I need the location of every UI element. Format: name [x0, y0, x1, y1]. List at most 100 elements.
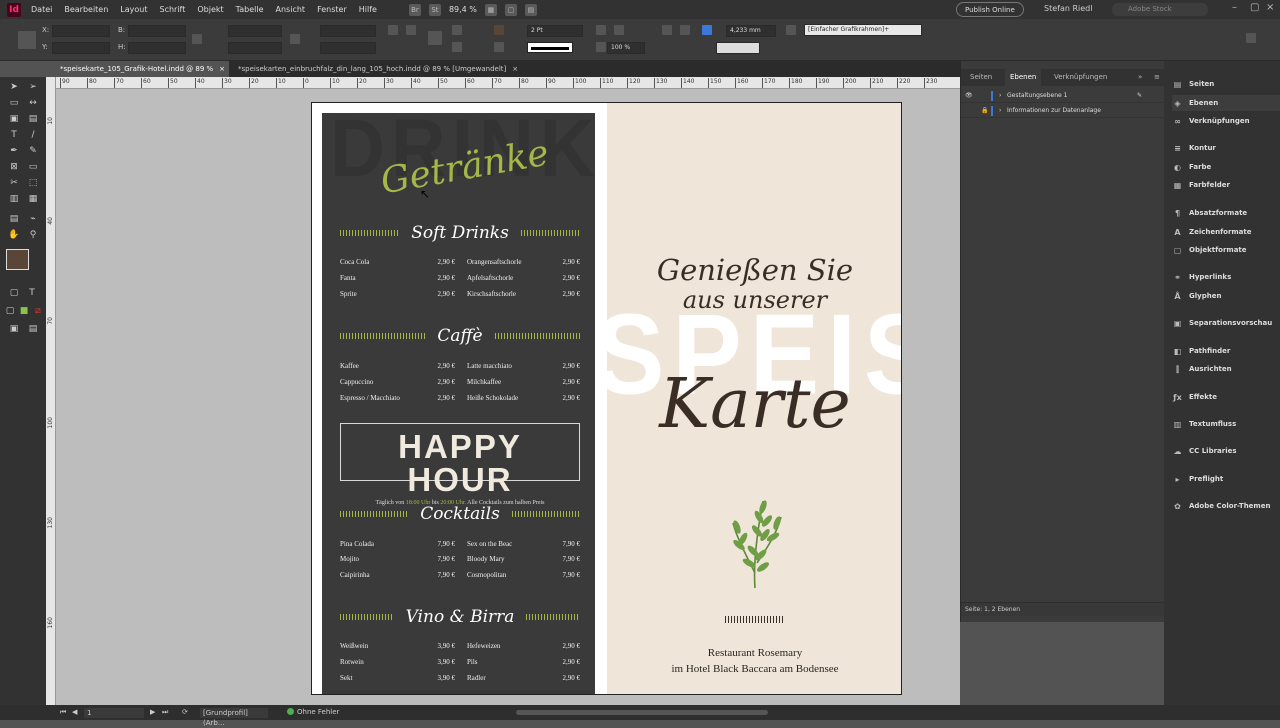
align-left-icon[interactable]: [662, 25, 672, 35]
formatting-container-icon[interactable]: ▢: [8, 287, 20, 299]
menu-row[interactable]: Cappuccino 2,90 € Milchkaffee 2,90 €: [340, 378, 580, 392]
menu-fenster[interactable]: Fenster: [317, 5, 347, 14]
preflight-profile[interactable]: [Grundprofil] (Arb...: [200, 708, 268, 727]
object-style-select[interactable]: [Einfacher Grafikrahmen]+: [804, 24, 922, 36]
gap-tool-icon[interactable]: ↔: [27, 97, 39, 109]
rectangle-frame-tool-icon[interactable]: ⊠: [8, 161, 20, 173]
y-field[interactable]: [52, 42, 110, 54]
scissors-tool-icon[interactable]: ✂: [8, 177, 20, 189]
panel-seiten[interactable]: ▤ Seiten: [1172, 76, 1215, 92]
panel-separationsvorschau[interactable]: ▣ Separationsvorschau: [1172, 315, 1273, 331]
rotate-cw-icon[interactable]: [388, 25, 398, 35]
menu-row[interactable]: Rotwein 3,90 € Pils 2,90 €: [340, 658, 580, 672]
panel-absatzformate[interactable]: ¶ Absatzformate: [1172, 205, 1247, 221]
note-tool-icon[interactable]: ▤: [8, 213, 20, 225]
apply-color-icon[interactable]: ▢: [4, 305, 16, 317]
first-page-icon[interactable]: ⏮: [60, 708, 66, 717]
flip-vertical-icon[interactable]: [452, 42, 462, 52]
apply-none-icon[interactable]: ⧄: [32, 305, 44, 317]
constrain-proportions-icon[interactable]: [192, 34, 202, 44]
close-window-icon[interactable]: ×: [1266, 2, 1274, 13]
menu-row[interactable]: Fanta 2,90 € Apfelsaftschorle 2,90 €: [340, 274, 580, 288]
prev-page-icon[interactable]: ◀: [72, 708, 77, 716]
lock-scale-icon[interactable]: [290, 34, 300, 44]
panel-preflight[interactable]: ▸ Preflight: [1172, 471, 1223, 487]
preview-mode-icon[interactable]: ▤: [27, 323, 39, 335]
panel-ebenen[interactable]: ◈ Ebenen: [1172, 95, 1280, 111]
publish-online-button[interactable]: Publish Online: [956, 2, 1024, 17]
shear-field[interactable]: [320, 42, 376, 54]
preflight-status[interactable]: Ohne Fehler: [287, 708, 339, 716]
align-center-icon[interactable]: [680, 25, 690, 35]
stock-button[interactable]: St: [428, 3, 441, 16]
layer-row[interactable]: 👁 › Gestaltungsebene 1 ✎: [961, 89, 1165, 103]
rectangle-tool-icon[interactable]: ▭: [27, 161, 39, 173]
menu-bearbeiten[interactable]: Bearbeiten: [64, 5, 108, 14]
selection-tool-icon[interactable]: ➤: [8, 81, 20, 93]
menu-row[interactable]: Coca Cola 2,90 € Orangensaftschorle 2,90 €: [340, 258, 580, 272]
bridge-button[interactable]: Br: [408, 3, 421, 16]
cocktails-title[interactable]: Cocktails: [408, 504, 512, 524]
panel-menu-icon[interactable]: ≡: [1149, 69, 1165, 86]
caffe-title[interactable]: Caffè: [425, 326, 494, 346]
flip-horizontal-icon[interactable]: [452, 25, 462, 35]
fill-color-icon[interactable]: [494, 25, 504, 35]
collapse-panel-icon[interactable]: »: [1133, 69, 1147, 86]
panel-effekte[interactable]: ƒx Effekte: [1172, 389, 1217, 405]
width-field[interactable]: [128, 25, 186, 37]
page-tool-icon[interactable]: ▭: [8, 97, 20, 109]
menu-hilfe[interactable]: Hilfe: [359, 5, 377, 14]
page-number-field[interactable]: 1: [84, 708, 144, 718]
cover-line-2[interactable]: aus unserer: [607, 286, 901, 314]
stroke-color-icon[interactable]: [494, 42, 504, 52]
scale-x-field[interactable]: [228, 25, 282, 37]
menu-row[interactable]: Espresso / Macchiato 2,90 € Heiße Schokola…: [340, 394, 580, 408]
content-collector-icon[interactable]: ▣: [8, 113, 20, 125]
stroke-weight-field[interactable]: 2 Pt: [527, 25, 583, 37]
panel-cc-libraries[interactable]: ☁ CC Libraries: [1172, 443, 1237, 459]
panel-adobe-color-themen[interactable]: ✿ Adobe Color-Themen: [1172, 498, 1270, 514]
drinks-panel[interactable]: DRINKS Getränke Soft Drinks Coca Cola 2,9…: [322, 107, 651, 694]
rotation-field[interactable]: [320, 25, 376, 37]
happy-hour-box[interactable]: HAPPY HOUR Täglich von 18:00 Uhr bis 20:…: [340, 423, 580, 506]
restaurant-info[interactable]: Restaurant Rosemary im Hotel Black Bacca…: [607, 645, 901, 677]
content-placer-icon[interactable]: ▤: [27, 113, 39, 125]
menu-row[interactable]: Sprite 2,90 € Kirschsaftschorle 2,90 €: [340, 290, 580, 304]
open-in-new-window-icon[interactable]: ⟳: [182, 708, 188, 716]
cover-panel[interactable]: SPEISE Genießen Sie aus unserer Karte: [595, 103, 901, 694]
menu-row[interactable]: Mojito 7,90 € Bloody Mary 7,90 €: [340, 555, 580, 569]
tab-seiten[interactable]: Seiten: [965, 69, 997, 86]
hand-tool-icon[interactable]: ✋: [8, 229, 20, 241]
panel-kontur[interactable]: ≡ Kontur: [1172, 140, 1216, 156]
line-tool-icon[interactable]: /: [27, 129, 39, 141]
fit-content-icon[interactable]: [614, 25, 624, 35]
text-wrap-icon[interactable]: [702, 25, 712, 35]
quick-apply-icon[interactable]: [1246, 33, 1256, 43]
adobe-stock-search[interactable]: Adobe Stock: [1112, 3, 1208, 16]
height-field[interactable]: [128, 42, 186, 54]
pasteboard[interactable]: DRINKS Getränke Soft Drinks Coca Cola 2,9…: [56, 89, 960, 705]
maximize-icon[interactable]: ▢: [1250, 2, 1259, 13]
menu-row[interactable]: Pina Colada 7,90 € Sex on the Beac 7,90 €: [340, 540, 580, 554]
reference-point-icon[interactable]: [18, 31, 36, 49]
vino-birra-title[interactable]: Vino & Birra: [394, 607, 527, 627]
minimize-icon[interactable]: –: [1232, 2, 1237, 13]
tab-ebenen[interactable]: Ebenen: [1005, 69, 1042, 86]
formatting-text-icon[interactable]: T: [26, 287, 38, 299]
menu-row[interactable]: Sekt 3,90 € Radler 2,90 €: [340, 674, 580, 688]
frame-fitting-icon[interactable]: [596, 25, 606, 35]
view-options-icon[interactable]: ▦: [484, 3, 497, 16]
panel-zeichenformate[interactable]: A Zeichenformate: [1172, 224, 1251, 240]
visibility-eye-icon[interactable]: 👁: [965, 89, 973, 103]
gradient-feather-tool-icon[interactable]: ▦: [27, 193, 39, 205]
select-container-icon[interactable]: [428, 31, 442, 45]
pencil-tool-icon[interactable]: ✎: [27, 145, 39, 157]
arrange-documents-icon[interactable]: ▤: [524, 3, 537, 16]
menu-datei[interactable]: Datei: [31, 5, 52, 14]
expand-chevron-icon[interactable]: ›: [999, 104, 1001, 118]
next-page-icon[interactable]: ▶: [150, 708, 155, 716]
apply-gradient-icon[interactable]: ■: [18, 305, 30, 317]
layer-row[interactable]: 🔒 › Informationen zur Datenanlage: [961, 104, 1165, 118]
gradient-tool-icon[interactable]: ▥: [8, 193, 20, 205]
free-transform-tool-icon[interactable]: ⬚: [27, 177, 39, 189]
